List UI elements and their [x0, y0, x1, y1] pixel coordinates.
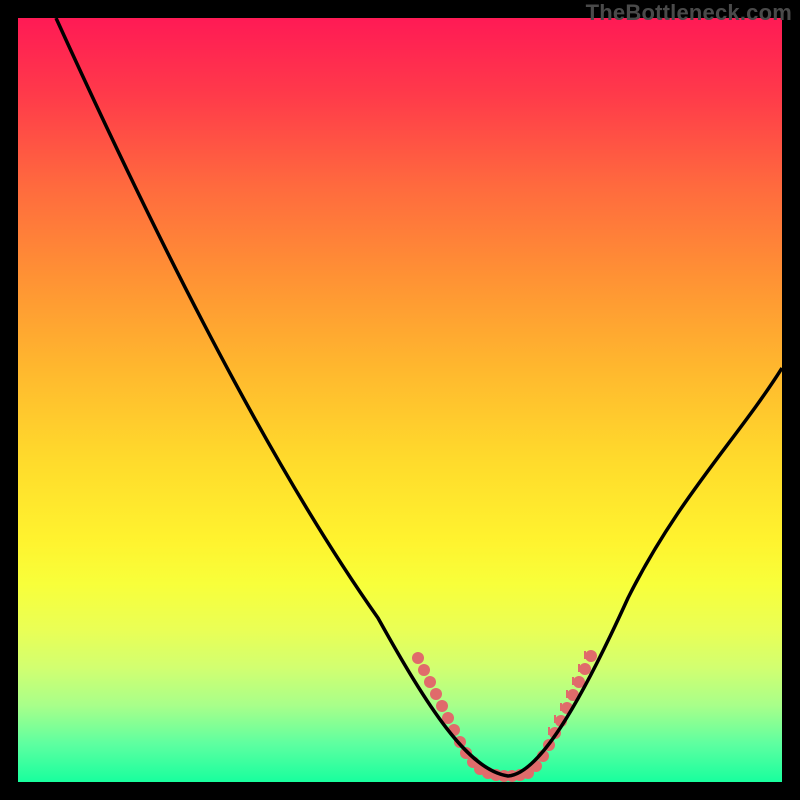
plot-area — [18, 18, 782, 782]
chart-frame: TheBottleneck.com — [0, 0, 800, 800]
bottleneck-chart — [18, 18, 782, 782]
watermark-text: TheBottleneck.com — [586, 0, 792, 26]
